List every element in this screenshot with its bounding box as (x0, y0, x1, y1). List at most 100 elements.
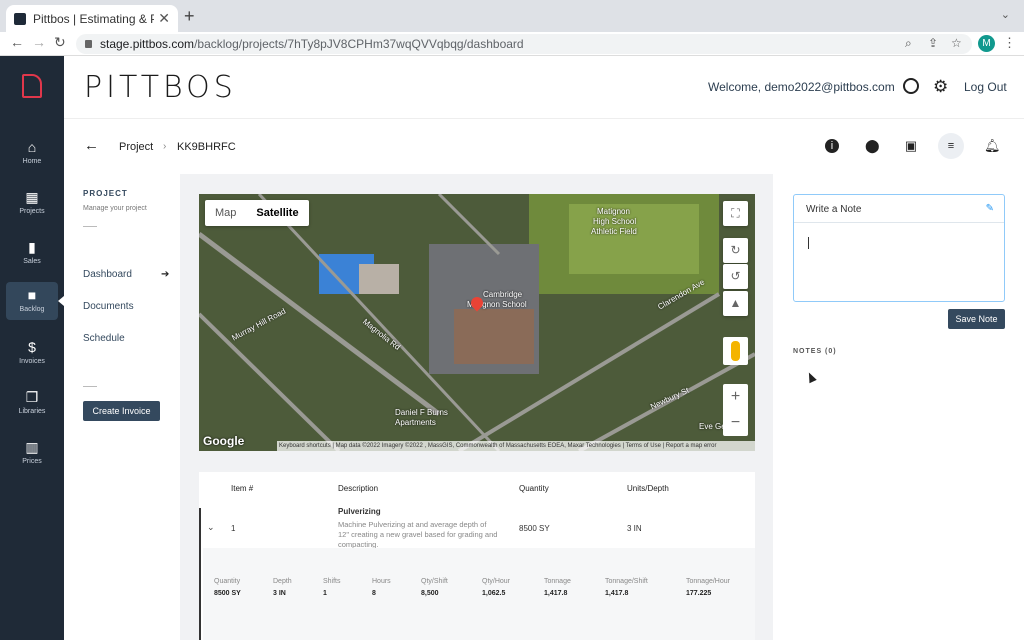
app-sidebar: ⌂ Home ▦ Projects ▮ Sales ■ Backlog $ In… (0, 56, 64, 640)
location-pin-icon[interactable]: ⬤ (865, 139, 880, 153)
zoom-icon[interactable]: ⌕ (905, 36, 912, 51)
rotate-counterclockwise-icon[interactable]: ↺ (723, 264, 748, 289)
sidebar-item-label: Invoices (19, 358, 45, 365)
pittbos-logo-icon[interactable] (22, 74, 42, 98)
sidebar-item-libraries[interactable]: ❐ Libraries (6, 384, 58, 422)
bookmark-star-icon[interactable]: ☆ (951, 36, 962, 50)
zoom-out-icon[interactable]: − (723, 410, 748, 436)
app-header: PITTBOS Welcome, demo2022@pittbos.com ⚙ … (64, 56, 1024, 118)
brand-logo[interactable]: PITTBOS (84, 70, 237, 105)
profile-avatar[interactable]: M (978, 35, 995, 52)
new-tab-icon[interactable]: + (184, 6, 195, 27)
detail-value: 8500 SY (214, 590, 241, 597)
project-nav: PROJECT Manage your project Dashboard ➔ … (64, 174, 180, 640)
pencil-icon: ✎ (985, 203, 994, 214)
detail-header: Tonnage/Hour (686, 578, 730, 585)
expanded-row-indicator (199, 508, 201, 640)
sidebar-item-sales[interactable]: ▮ Sales (6, 234, 58, 272)
line-items-table: Item # Description Quantity Units/Depth … (199, 472, 755, 640)
detail-value: 177.225 (686, 590, 712, 597)
gear-icon[interactable]: ⚙ (933, 77, 948, 97)
save-note-button[interactable]: Save Note (948, 309, 1005, 329)
main-content: Map Satellite Matignon High School Athle… (180, 174, 773, 640)
back-nav-icon[interactable]: ← (10, 34, 24, 50)
back-arrow-icon[interactable]: ← (84, 137, 99, 154)
detail-header: Tonnage/Shift (605, 578, 648, 585)
text-caret (808, 237, 809, 249)
rotate-clockwise-icon[interactable]: ↻ (723, 238, 748, 263)
sidebar-item-label: Sales (23, 258, 41, 265)
note-textarea[interactable] (806, 233, 994, 293)
url-path: /backlog/projects/7hTy8pJV8CPHm37wqQVVqb… (194, 37, 524, 51)
sidebar-item-invoices[interactable]: $ Invoices (6, 334, 58, 372)
tilt-icon[interactable]: ▲ (723, 291, 748, 316)
divider (83, 386, 97, 387)
sidebar-item-home[interactable]: ⌂ Home (6, 134, 58, 172)
item-description: Machine Pulverizing at and average depth… (338, 520, 498, 549)
nav-link-dashboard[interactable]: Dashboard (83, 269, 132, 280)
close-tab-icon[interactable]: ✕ (158, 10, 170, 27)
map-label: Matignon (597, 207, 630, 216)
street-view-pegman-icon[interactable] (723, 337, 748, 365)
notes-list-icon[interactable]: ≡ (938, 133, 964, 159)
satellite-map[interactable]: Map Satellite Matignon High School Athle… (199, 194, 755, 451)
breadcrumb-project[interactable]: Project (119, 141, 153, 153)
notes-panel: Write a Note ✎ Save Note NOTES (0) (773, 174, 1024, 640)
nav-link-documents[interactable]: Documents (83, 301, 134, 312)
detail-value: 1,417.8 (544, 590, 568, 597)
detail-value: 1,417.8 (605, 590, 629, 597)
map-type-satellite[interactable]: Satellite (246, 200, 308, 226)
share-icon[interactable]: ⇪ (928, 36, 938, 50)
reload-icon[interactable]: ↻ (54, 34, 66, 51)
info-icon[interactable]: i (825, 139, 839, 153)
account-icon[interactable] (903, 78, 919, 94)
url-field[interactable]: stage.pittbos.com/backlog/projects/7hTy8… (76, 34, 972, 54)
map-label: Cambridge (483, 290, 523, 299)
mouse-cursor-icon (805, 370, 817, 384)
breadcrumb-current: KK9BHRFC (177, 141, 236, 153)
map-imagery (199, 194, 755, 451)
item-units: 3 IN (627, 524, 642, 533)
column-header: Units/Depth (627, 484, 669, 493)
browser-menu-icon[interactable]: ⋮ (1003, 35, 1016, 51)
browser-tab-bar: Pittbos | Estimating & Proposal ✕ + ⌄ (0, 0, 1024, 32)
sidebar-item-label: Backlog (19, 306, 45, 313)
sidebar-item-backlog[interactable]: ■ Backlog (6, 282, 58, 320)
book-icon: ❐ (25, 389, 39, 405)
create-invoice-button[interactable]: Create Invoice (83, 401, 160, 421)
bell-icon[interactable]: 🔔︎ (984, 139, 1001, 153)
zoom-in-icon[interactable]: + (723, 384, 748, 410)
building-icon: ▥ (25, 439, 39, 455)
favicon-icon (14, 12, 26, 25)
forward-nav-icon[interactable]: → (32, 34, 46, 50)
dollar-icon: $ (28, 339, 36, 355)
sidebar-item-projects[interactable]: ▦ Projects (6, 184, 58, 222)
bar-chart-icon: ▮ (28, 239, 36, 255)
column-header: Item # (231, 484, 254, 493)
contact-card-icon[interactable]: ▣ (904, 139, 918, 153)
fullscreen-icon[interactable]: ⛶ (723, 201, 748, 226)
nav-link-schedule[interactable]: Schedule (83, 333, 125, 344)
chevron-down-icon[interactable]: ⌄ (207, 522, 215, 533)
map-label: Daniel F Burns (395, 408, 448, 417)
item-title: Pulverizing (338, 507, 381, 516)
detail-value: 8,500 (421, 590, 439, 597)
detail-header: Depth (273, 578, 292, 585)
sidebar-item-prices[interactable]: ▥ Prices (6, 434, 58, 472)
browser-tab[interactable]: Pittbos | Estimating & Proposal ✕ (6, 5, 178, 32)
detail-value: 1,062.5 (482, 590, 506, 597)
map-type-map[interactable]: Map (205, 200, 246, 226)
project-nav-subtitle: Manage your project (83, 205, 147, 212)
divider (83, 226, 97, 227)
grid-icon: ▦ (25, 189, 39, 205)
detail-value: 3 IN (273, 590, 286, 597)
column-header: Description (338, 484, 379, 493)
detail-header: Tonnage (544, 578, 571, 585)
google-logo: Google (203, 434, 245, 448)
tab-search-icon[interactable]: ⌄ (1001, 8, 1010, 21)
sidebar-item-label: Libraries (18, 408, 46, 415)
map-attribution[interactable]: Keyboard shortcuts | Map data ©2022 Imag… (277, 441, 755, 451)
url-host: stage.pittbos.com (100, 37, 195, 51)
breadcrumb-separator: › (163, 141, 167, 152)
logout-link[interactable]: Log Out (964, 80, 1007, 94)
